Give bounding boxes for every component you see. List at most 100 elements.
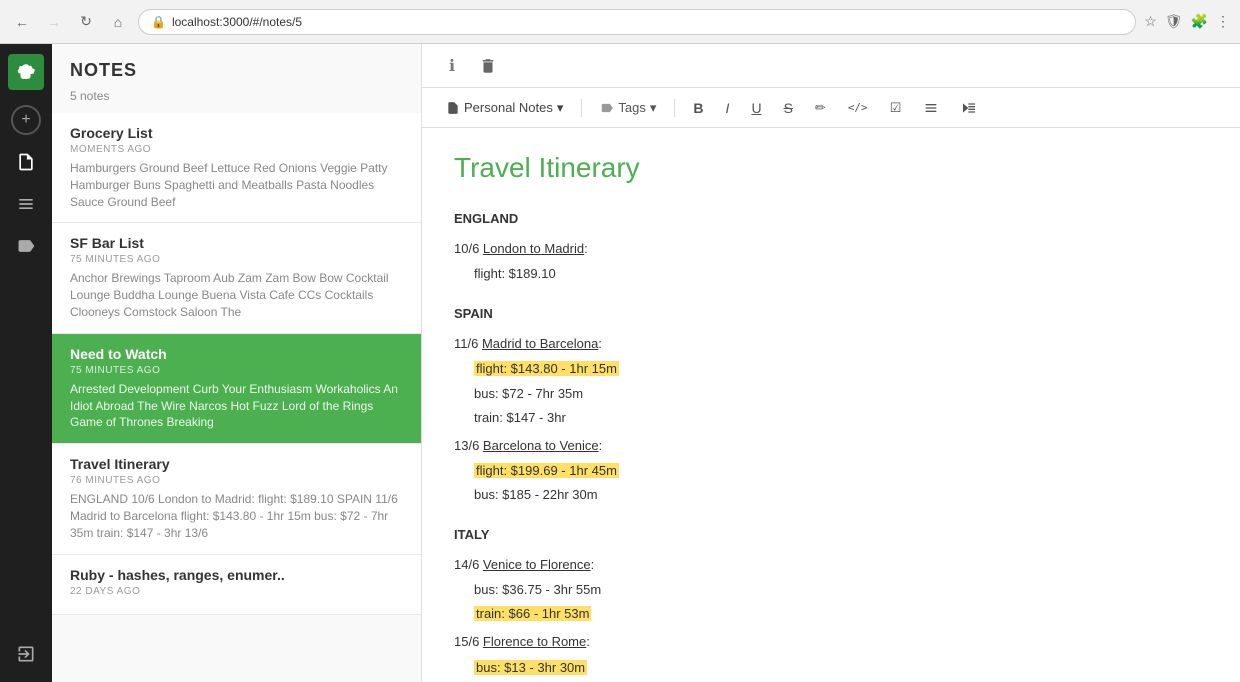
note-item-preview: Arrested Development Curb Your Enthusias…: [70, 381, 403, 431]
note-item[interactable]: Need to Watch 75 MINUTES AGO Arrested Deve…: [52, 334, 421, 444]
notes-count: 5 notes: [52, 89, 421, 113]
sep1: [581, 99, 582, 117]
highlight: flight: $143.80 - 1hr 15m: [474, 361, 619, 376]
italic-button[interactable]: I: [718, 97, 738, 119]
section-heading: ITALY: [454, 524, 1208, 546]
highlight: train: $66 - 1hr 53m: [474, 606, 591, 621]
note-item[interactable]: Ruby - hashes, ranges, enumer.. 22 DAYS A…: [52, 555, 421, 615]
section-heading: SPAIN: [454, 303, 1208, 325]
main-content: ℹ Personal Notes ▾ Tags ▾ B I U: [422, 44, 1240, 682]
app-container: + NOTES 5 notes Grocery ListMOMENTS: [0, 44, 1240, 682]
section-heading: ENGLAND: [454, 208, 1208, 230]
lock-icon: 🔒: [151, 15, 166, 29]
rail-notes[interactable]: [8, 144, 44, 180]
notes-header: NOTES: [52, 44, 421, 89]
trash-button[interactable]: [474, 52, 502, 80]
rail-share[interactable]: [8, 636, 44, 672]
sep2: [674, 99, 675, 117]
note-item-time: 22 DAYS AGO: [70, 586, 403, 597]
transport-item: train: $147 - 3hr: [474, 407, 1208, 429]
app-logo: [8, 54, 44, 90]
note-item-title: Travel Itinerary: [70, 456, 403, 472]
notes-sidebar: NOTES 5 notes Grocery List MOMENTS AGO Ham…: [52, 44, 422, 682]
menu-icon[interactable]: ⋮: [1216, 13, 1230, 30]
date-entry: 15/6 Florence to Rome: bus: $13 - 3hr 30m…: [454, 631, 1208, 682]
add-icon[interactable]: +: [11, 105, 41, 135]
checkbox-button[interactable]: ☑: [882, 97, 910, 119]
date-entry: 13/6 Barcelona to Venice: flight: $199.69…: [454, 435, 1208, 506]
note-body: ENGLAND 10/6 London to Madrid: flight: $18…: [454, 208, 1208, 682]
list-button[interactable]: [915, 97, 947, 119]
transport-item: bus: $185 - 22hr 30m: [474, 484, 1208, 506]
formatting-bar: Personal Notes ▾ Tags ▾ B I U S ✏ </> ☑: [422, 88, 1240, 128]
transport-item: flight: $189.10: [474, 263, 1208, 285]
top-toolbar: ℹ: [422, 44, 1240, 88]
transport-item: flight: $143.80 - 1hr 15m: [474, 358, 1208, 380]
indent-button[interactable]: [953, 97, 985, 119]
strikethrough-button[interactable]: S: [776, 97, 801, 119]
note-item-preview: Anchor Brewings Taproom Aub Zam Zam Bow …: [70, 270, 403, 320]
transport-item: bus: $13 - 3hr 30m: [474, 657, 1208, 679]
date-entry: 14/6 Venice to Florence: bus: $36.75 - 3h…: [454, 554, 1208, 625]
note-editor[interactable]: Travel Itinerary ENGLAND10/6 London to M…: [422, 128, 1240, 682]
route-link: London to Madrid: [483, 241, 584, 256]
route-link: Barcelona to Venice: [483, 438, 599, 453]
route-link: Florence to Rome: [483, 634, 586, 649]
pen-button[interactable]: ✏: [807, 97, 834, 119]
date-line: 15/6 Florence to Rome:: [454, 631, 1208, 653]
date-line: 13/6 Barcelona to Venice:: [454, 435, 1208, 457]
highlight: flight: $199.69 - 1hr 45m: [474, 463, 619, 478]
note-item-title: Ruby - hashes, ranges, enumer..: [70, 567, 403, 583]
date-line: 14/6 Venice to Florence:: [454, 554, 1208, 576]
home-button[interactable]: ⌂: [106, 10, 130, 34]
rail-new-note[interactable]: +: [8, 102, 44, 138]
info-button[interactable]: ℹ: [438, 52, 466, 80]
note-item[interactable]: Grocery List MOMENTS AGO Hamburgers Ground…: [52, 113, 421, 223]
browser-bar: ← → ↻ ⌂ 🔒 localhost:3000/#/notes/5 ☆ 🛡 🧩…: [0, 0, 1240, 44]
url-text: localhost:3000/#/notes/5: [172, 15, 302, 29]
note-item[interactable]: SF Bar List 75 MINUTES AGO Anchor Brewings…: [52, 223, 421, 333]
note-item-title: Need to Watch: [70, 346, 403, 362]
date-line: 10/6 London to Madrid:: [454, 238, 1208, 260]
rail-tags[interactable]: [8, 228, 44, 264]
transport-item: bus: $36.75 - 3hr 55m: [474, 579, 1208, 601]
note-item-preview: Hamburgers Ground Beef Lettuce Red Onion…: [70, 160, 403, 210]
back-button[interactable]: ←: [10, 10, 34, 34]
browser-right-icons: ☆ 🛡 🧩 ⋮: [1144, 13, 1230, 30]
note-item-preview: ENGLAND 10/6 London to Madrid: flight: $…: [70, 491, 403, 541]
transport-item: bus: $72 - 7hr 35m: [474, 383, 1208, 405]
note-item[interactable]: Travel Itinerary 76 MINUTES AGO ENGLAND 10…: [52, 444, 421, 554]
transport-item: flight: $199.69 - 1hr 45m: [474, 460, 1208, 482]
tags-label: Tags: [618, 100, 645, 115]
note-item-time: MOMENTS AGO: [70, 144, 403, 155]
icon-rail: +: [0, 44, 52, 682]
highlight: bus: $13 - 3hr 30m: [474, 660, 587, 675]
shield-icon: 🛡: [1165, 13, 1183, 30]
date-entry: 11/6 Madrid to Barcelona: flight: $143.80…: [454, 333, 1208, 428]
route-link: Venice to Florence: [483, 557, 591, 572]
route-link: Madrid to Barcelona: [482, 336, 598, 351]
url-bar[interactable]: 🔒 localhost:3000/#/notes/5: [138, 9, 1136, 35]
date-line: 11/6 Madrid to Barcelona:: [454, 333, 1208, 355]
date-entry: 10/6 London to Madrid: flight: $189.10: [454, 238, 1208, 285]
forward-button[interactable]: →: [42, 10, 66, 34]
tags-chevron: ▾: [650, 100, 657, 116]
notebook-chevron: ▾: [557, 100, 564, 116]
bookmark-icon[interactable]: ☆: [1144, 13, 1157, 30]
note-item-time: 75 MINUTES AGO: [70, 365, 403, 376]
note-item-time: 75 MINUTES AGO: [70, 254, 403, 265]
rail-shortcuts[interactable]: [8, 186, 44, 222]
note-item-title: Grocery List: [70, 125, 403, 141]
extension-icon: 🧩: [1191, 13, 1208, 30]
transport-item: train: $66 - 1hr 53m: [474, 603, 1208, 625]
note-item-title: SF Bar List: [70, 235, 403, 251]
note-item-time: 76 MINUTES AGO: [70, 475, 403, 486]
reload-button[interactable]: ↻: [74, 10, 98, 34]
underline-button[interactable]: U: [743, 97, 769, 119]
notebook-selector[interactable]: Personal Notes ▾: [438, 97, 571, 119]
notes-list: Grocery List MOMENTS AGO Hamburgers Ground…: [52, 113, 421, 682]
notebook-label: Personal Notes: [464, 100, 553, 115]
bold-button[interactable]: B: [685, 97, 711, 119]
tags-selector[interactable]: Tags ▾: [592, 97, 664, 119]
code-button[interactable]: </>: [840, 98, 876, 117]
